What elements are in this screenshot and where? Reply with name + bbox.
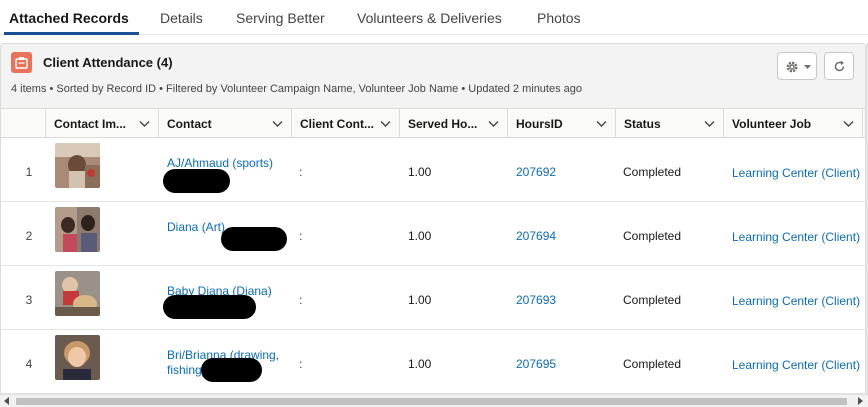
hours-id-link[interactable]: 207695 xyxy=(516,357,556,371)
client-contact-value: : xyxy=(299,229,303,243)
served-hours-value: 1.00 xyxy=(408,357,432,371)
tab-details[interactable]: Details xyxy=(160,10,203,26)
column-header-label: Client Cont... xyxy=(300,117,374,131)
scrollbar-thumb[interactable] xyxy=(16,398,847,405)
row-number: 1 xyxy=(25,165,33,179)
tab-photos[interactable]: Photos xyxy=(537,10,581,26)
table-header-row: Contact Im... Contact Client Cont... Ser… xyxy=(1,108,865,138)
volunteer-job-link[interactable]: Learning Center (Client) xyxy=(732,294,860,308)
column-header-client-contact[interactable]: Client Cont... xyxy=(292,109,400,138)
gear-icon xyxy=(786,61,798,73)
column-header-hours-id[interactable]: HoursID xyxy=(508,109,616,138)
client-contact-value: : xyxy=(299,293,303,307)
horizontal-scrollbar[interactable] xyxy=(0,394,868,407)
table-row: 3 Baby Diana (Diana) : 1.00 207693 Compl… xyxy=(1,266,865,330)
scroll-right-icon[interactable] xyxy=(858,397,863,405)
status-value: Completed xyxy=(623,293,682,307)
client-attendance-card: Client Attendance (4) 4 items • Sorted b… xyxy=(0,43,866,407)
active-tab-indicator xyxy=(4,32,139,35)
record-tabs: Attached Records Details Serving Better … xyxy=(0,0,868,35)
contact-photo[interactable] xyxy=(55,335,100,380)
chevron-down-icon[interactable] xyxy=(843,118,854,129)
row-number-header xyxy=(1,109,46,138)
chevron-down-icon[interactable] xyxy=(488,118,499,129)
row-number: 2 xyxy=(25,229,33,243)
column-header-label: Contact xyxy=(167,117,212,131)
contact-photo[interactable] xyxy=(55,207,100,252)
table-row: 2 Diana (Art) : 1.00 207694 Completed Le… xyxy=(1,202,865,266)
list-meta-info: 4 items • Sorted by Record ID • Filtered… xyxy=(11,83,583,95)
column-header-label: Served Ho... xyxy=(408,117,478,131)
volunteer-job-link[interactable]: Learning Center (Client) xyxy=(732,230,860,244)
client-contact-value: : xyxy=(299,357,303,371)
contact-photo[interactable] xyxy=(55,271,100,316)
column-header-label: HoursID xyxy=(516,117,563,131)
redaction-mark xyxy=(201,358,262,382)
hours-id-link[interactable]: 207694 xyxy=(516,229,556,243)
table-row: 4 Bri/Brianna (drawing, fishing) : 1.00 … xyxy=(1,330,865,394)
chevron-down-icon[interactable] xyxy=(272,118,283,129)
column-header-label: Status xyxy=(624,117,661,131)
chevron-down-icon[interactable] xyxy=(380,118,391,129)
status-value: Completed xyxy=(623,165,682,179)
column-header-volunteer-job[interactable]: Volunteer Job xyxy=(724,109,863,138)
column-header-status[interactable]: Status xyxy=(616,109,724,138)
chevron-down-icon xyxy=(804,65,811,69)
row-number: 4 xyxy=(25,357,33,371)
status-value: Completed xyxy=(623,357,682,371)
card-header: Client Attendance (4) 4 items • Sorted b… xyxy=(1,44,865,108)
contact-photo[interactable] xyxy=(55,143,100,188)
served-hours-value: 1.00 xyxy=(408,293,432,307)
served-hours-value: 1.00 xyxy=(408,229,432,243)
table-row: 1 AJ/Ahmaud (sports) : 1.00 207692 Compl… xyxy=(1,138,865,202)
served-hours-value: 1.00 xyxy=(408,165,432,179)
column-header-label: Volunteer Job xyxy=(732,117,812,131)
refresh-icon xyxy=(834,60,845,72)
hours-id-link[interactable]: 207692 xyxy=(516,165,556,179)
chevron-down-icon[interactable] xyxy=(704,118,715,129)
tab-volunteers-deliveries[interactable]: Volunteers & Deliveries xyxy=(357,10,502,26)
volunteer-job-link[interactable]: Learning Center (Client) xyxy=(732,358,860,372)
status-value: Completed xyxy=(623,229,682,243)
refresh-button[interactable] xyxy=(824,52,854,80)
chevron-down-icon[interactable] xyxy=(596,118,607,129)
column-header-contact-image[interactable]: Contact Im... xyxy=(46,109,159,138)
column-header-label: Contact Im... xyxy=(54,117,127,131)
redaction-mark xyxy=(163,169,230,193)
clipboard-icon xyxy=(11,52,32,73)
column-header-served-hours[interactable]: Served Ho... xyxy=(400,109,508,138)
tab-serving-better[interactable]: Serving Better xyxy=(236,10,325,26)
row-number: 3 xyxy=(25,293,33,307)
redaction-mark xyxy=(221,227,287,251)
scroll-left-icon[interactable] xyxy=(4,397,9,405)
list-settings-button[interactable] xyxy=(777,52,817,80)
redaction-mark xyxy=(163,295,256,319)
column-header-contact[interactable]: Contact xyxy=(159,109,292,138)
volunteer-job-link[interactable]: Learning Center (Client) xyxy=(732,166,860,180)
tab-attached-records[interactable]: Attached Records xyxy=(9,10,129,26)
client-contact-value: : xyxy=(299,165,303,179)
chevron-down-icon[interactable] xyxy=(139,118,150,129)
card-title[interactable]: Client Attendance (4) xyxy=(43,55,173,70)
hours-id-link[interactable]: 207693 xyxy=(516,293,556,307)
